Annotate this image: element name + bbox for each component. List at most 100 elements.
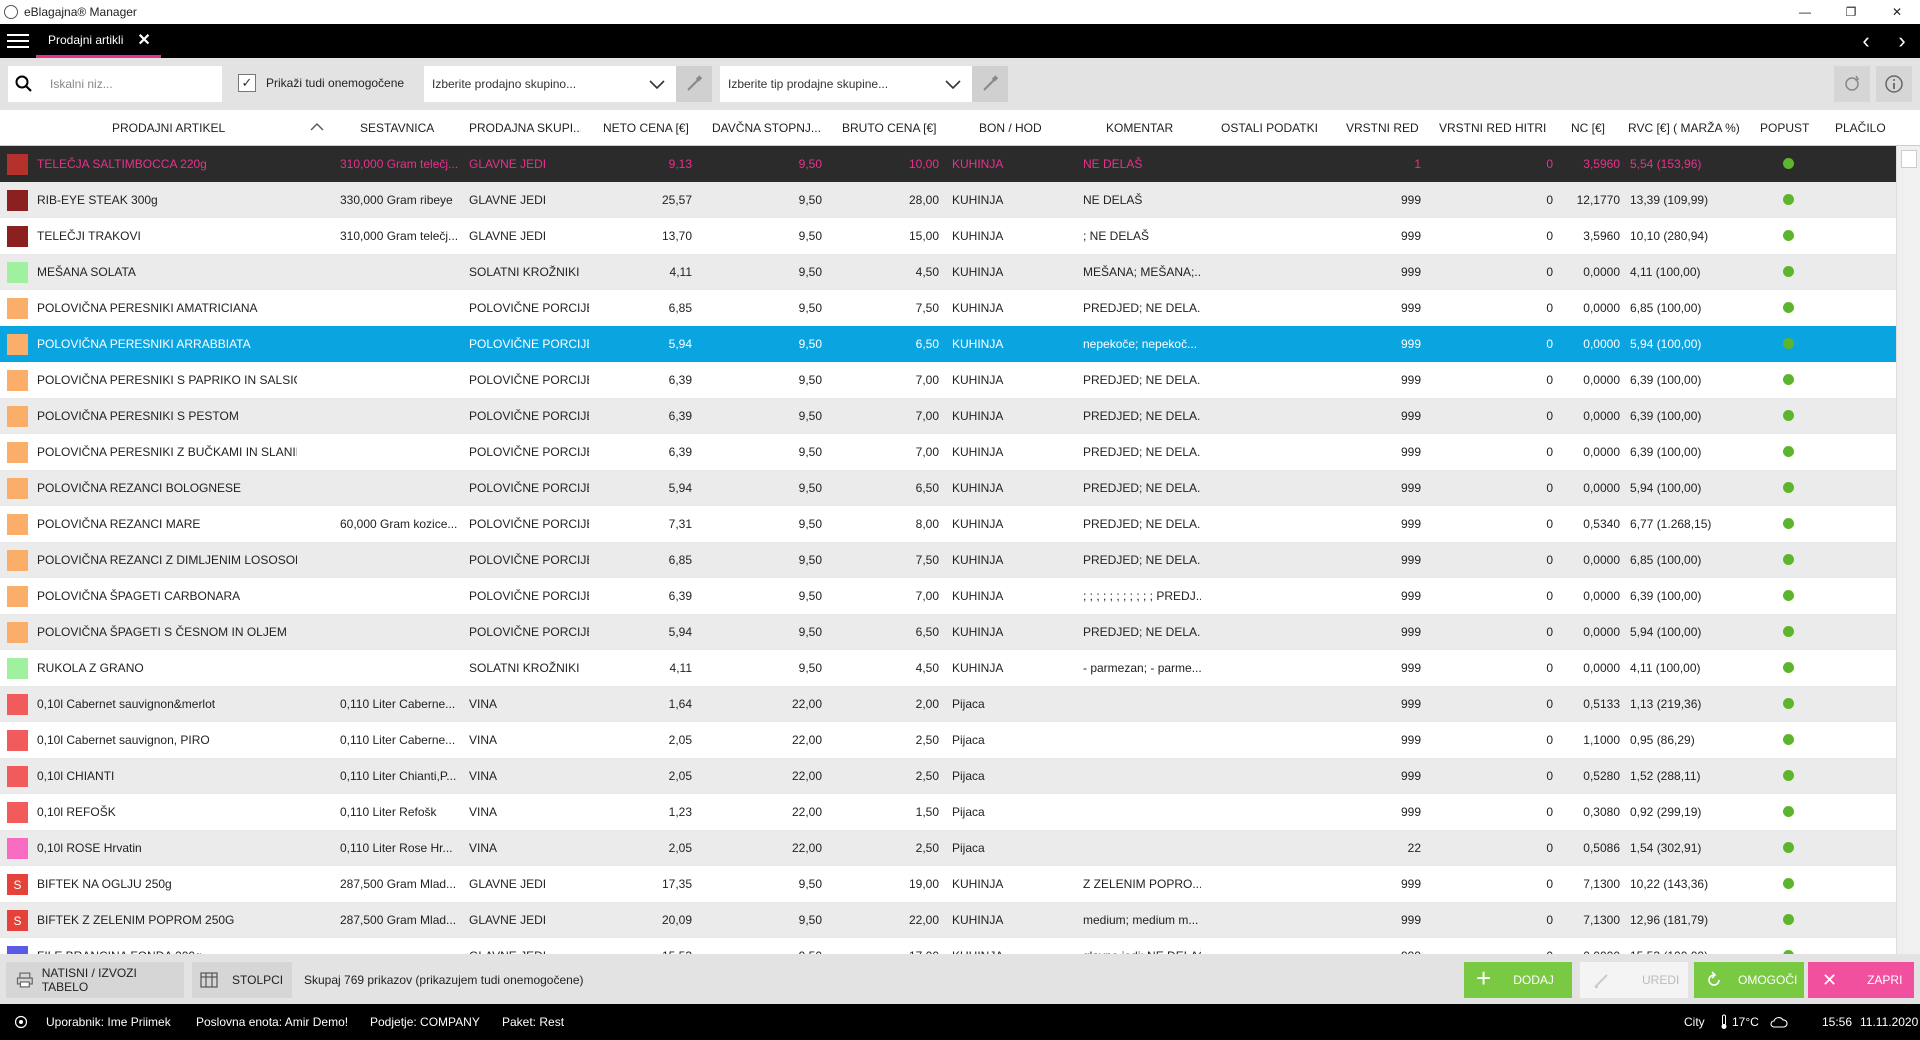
table-row[interactable]: POLOVIČNA ŠPAGETI CARBONARA POLOVIČNE POR… bbox=[0, 578, 1896, 614]
cell-vrh: 0 bbox=[1546, 805, 1553, 819]
settings-circle-icon[interactable] bbox=[14, 1004, 28, 1040]
column-header-rvc-marza[interactable]: RVC [€] ( MARŽA %) bbox=[1628, 110, 1750, 146]
add-button[interactable]: + DODAJ bbox=[1464, 962, 1572, 998]
cell-nc: 0,5086 bbox=[1583, 841, 1620, 855]
status-bar: Uporabnik: Ime Priimek Poslovna enota: A… bbox=[0, 1004, 1920, 1040]
column-header-bon-hod[interactable]: BON / HOD bbox=[979, 110, 1059, 146]
sort-ascending-icon[interactable] bbox=[310, 121, 324, 135]
restore-icon[interactable]: ❐ bbox=[1828, 0, 1874, 24]
search-box[interactable]: Iskalni niz... bbox=[8, 66, 222, 102]
discount-status-dot-icon bbox=[1783, 770, 1794, 781]
table-row[interactable]: POLOVIČNA ŠPAGETI S ČESNOM IN OLJEM POLOV… bbox=[0, 614, 1896, 650]
cell-tax: 9,50 bbox=[798, 625, 822, 639]
cell-neto: 15,53 bbox=[600, 938, 692, 954]
print-export-button[interactable]: NATISNI / IZVOZI TABELO bbox=[6, 962, 184, 998]
table-row[interactable]: POLOVIČNA REZANCI Z DIMLJENIM LOSOSOM POL… bbox=[0, 542, 1896, 578]
scrollbar-thumb[interactable] bbox=[1901, 150, 1917, 168]
table-row[interactable]: S BIFTEK NA OGLJU 250g 287,500 Gram Mlad..… bbox=[0, 866, 1896, 902]
table-row[interactable]: 0,10l Cabernet sauvignon, PIRO 0,110 Lite… bbox=[0, 722, 1896, 758]
table-row[interactable]: POLOVIČNA REZANCI BOLOGNESE POLOVIČNE POR… bbox=[0, 470, 1896, 506]
table-row[interactable]: POLOVIČNA PERESNIKI S PESTOM POLOVIČNE PO… bbox=[0, 398, 1896, 434]
table-row[interactable]: 0,10l CHIANTI 0,110 Liter Chianti,P... VIN… bbox=[0, 758, 1896, 794]
cell-kom bbox=[1083, 830, 1201, 866]
chevron-right-icon[interactable]: › bbox=[1884, 24, 1920, 58]
table-row[interactable]: RUKOLA Z GRANO SOLATNI KROŽNIKI 4,11 9,50 4,… bbox=[0, 650, 1896, 686]
clear-sales-group-button[interactable] bbox=[676, 66, 712, 102]
table-row[interactable]: POLOVIČNA PERESNIKI Z BUČKAMI IN SLANINO… bbox=[0, 434, 1896, 470]
cell-name: POLOVIČNA PERESNIKI AMATRICIANA bbox=[37, 301, 258, 315]
table-row[interactable]: TELEČJA SALTIMBOCCA 220g 310,000 Gram tel… bbox=[0, 146, 1896, 182]
table-row[interactable]: FILE BRANCINA FONDA 200g GLAVNE JEDI 15,53… bbox=[0, 938, 1896, 954]
cell-group: POLOVIČNE PORCIJE bbox=[469, 625, 589, 639]
column-header-vrstni-red[interactable]: VRSTNI RED bbox=[1346, 110, 1446, 146]
cell-vr: 999 bbox=[1400, 697, 1421, 711]
search-input[interactable]: Iskalni niz... bbox=[50, 77, 113, 91]
column-header-prodajna-skupina[interactable]: PRODAJNA SKUPI... bbox=[469, 110, 581, 146]
table-row[interactable]: S BIFTEK Z ZELENIM POPROM 250G 287,500 Gra… bbox=[0, 902, 1896, 938]
column-header-prodajni-artikel[interactable]: PRODAJNI ARTIKEL bbox=[112, 110, 322, 146]
close-window-icon[interactable]: ✕ bbox=[1874, 0, 1920, 24]
cell-nc: 0,3080 bbox=[1583, 805, 1620, 819]
cell-vr: 999 bbox=[1400, 373, 1421, 387]
column-header-popust[interactable]: POPUST bbox=[1760, 110, 1820, 146]
columns-button[interactable]: STOLPCI bbox=[192, 962, 292, 998]
hamburger-menu-icon[interactable] bbox=[0, 24, 36, 58]
cell-bon: KUHINJA bbox=[952, 337, 1004, 351]
table-row[interactable]: MEŠANA SOLATA SOLATNI KROŽNIKI 4,11 9,50 4,5… bbox=[0, 254, 1896, 290]
checkbox-check-icon[interactable]: ✓ bbox=[238, 74, 256, 92]
clear-sales-group-type-button[interactable] bbox=[972, 66, 1008, 102]
table-row[interactable]: POLOVIČNA PERESNIKI ARRABBIATA POLOVIČNE … bbox=[0, 326, 1896, 362]
discount-status-dot-icon bbox=[1783, 518, 1794, 529]
table-row[interactable]: POLOVIČNA PERESNIKI S PAPRIKO IN SALSICC… bbox=[0, 362, 1896, 398]
cell-vr: 999 bbox=[1400, 625, 1421, 639]
table-row[interactable]: 0,10l ROSE Hrvatin 0,110 Liter Rose Hr...… bbox=[0, 830, 1896, 866]
cell-rvc: 0,92 (299,19) bbox=[1630, 805, 1702, 819]
brush-icon bbox=[687, 75, 703, 91]
column-header-komentar[interactable]: KOMENTAR bbox=[1106, 110, 1196, 146]
table-row[interactable]: POLOVIČNA PERESNIKI AMATRICIANA POLOVIČNE… bbox=[0, 290, 1896, 326]
column-header-placilo[interactable]: PLAČILO bbox=[1835, 110, 1895, 146]
show-disabled-checkbox[interactable]: ✓ Prikaži tudi onemogočene bbox=[238, 74, 404, 92]
column-header-sestavnica[interactable]: SESTAVNICA bbox=[360, 110, 460, 146]
cell-bon: Pijaca bbox=[952, 769, 985, 783]
cell-sest bbox=[340, 434, 460, 470]
enable-button[interactable]: OMOGOČI bbox=[1694, 962, 1804, 998]
table-row[interactable]: TELEČJI TRAKOVI 310,000 Gram telečj... GLA… bbox=[0, 218, 1896, 254]
sales-group-type-dropdown[interactable]: Izberite tip prodajne skupine... bbox=[720, 66, 972, 102]
minimize-icon[interactable]: — bbox=[1782, 0, 1828, 24]
table-row[interactable]: RIB-EYE STEAK 300g 330,000 Gram ribeye GLA… bbox=[0, 182, 1896, 218]
refresh-button[interactable] bbox=[1834, 66, 1870, 102]
close-tab-icon[interactable]: ✕ bbox=[137, 30, 150, 50]
column-header-nc[interactable]: NC [€] bbox=[1571, 110, 1631, 146]
column-header-neto-cena[interactable]: NETO CENA [€] bbox=[603, 110, 697, 146]
cell-vr: 999 bbox=[1400, 661, 1421, 675]
info-button[interactable] bbox=[1876, 66, 1912, 102]
status-temperature: 17°C bbox=[1732, 1015, 1759, 1029]
vertical-scrollbar[interactable] bbox=[1896, 146, 1920, 954]
cell-vrh: 0 bbox=[1546, 589, 1553, 603]
cell-sest: 330,000 Gram ribeye bbox=[340, 193, 453, 207]
column-header-davcna-stopnja[interactable]: DAVČNA STOPNJ... bbox=[712, 110, 820, 146]
cell-kom: PREDJED; NE DELA... bbox=[1083, 517, 1201, 531]
sales-group-dropdown[interactable]: Izberite prodajno skupino... bbox=[424, 66, 676, 102]
cell-neto: 5,94 bbox=[668, 481, 692, 495]
edit-button[interactable]: UREDI bbox=[1580, 962, 1688, 998]
cell-neto: 1,64 bbox=[668, 697, 692, 711]
chevron-left-icon[interactable]: ‹ bbox=[1848, 24, 1884, 58]
cell-kom bbox=[1083, 794, 1201, 830]
discount-status-dot-icon bbox=[1783, 374, 1794, 385]
tab-prodajni-artikli[interactable]: Prodajni artikli ✕ bbox=[36, 24, 161, 58]
table-row[interactable]: 0,10l REFOŠK 0,110 Liter Refošk VINA 1,23 22… bbox=[0, 794, 1896, 830]
cell-tax: 9,50 bbox=[798, 409, 822, 423]
column-header-vrstni-red-hitri[interactable]: VRSTNI RED HITRI... bbox=[1439, 110, 1547, 146]
cell-tax: 9,50 bbox=[798, 877, 822, 891]
table-row[interactable]: POLOVIČNA REZANCI MARE 60,000 Gram kozice… bbox=[0, 506, 1896, 542]
column-header-bruto-cena[interactable]: BRUTO CENA [€] bbox=[842, 110, 938, 146]
close-button[interactable]: ✕ ZAPRI bbox=[1808, 962, 1914, 998]
cell-sest: 0,110 Liter Caberne... bbox=[340, 697, 456, 711]
cell-neto: 2,05 bbox=[668, 841, 692, 855]
status-company: Podjetje: COMPANY bbox=[370, 1015, 480, 1029]
cell-bon: KUHINJA bbox=[952, 157, 1004, 171]
column-header-ostali-podatki[interactable]: OSTALI PODATKI bbox=[1221, 110, 1331, 146]
table-row[interactable]: 0,10l Cabernet sauvignon&merlot 0,110 Lit… bbox=[0, 686, 1896, 722]
